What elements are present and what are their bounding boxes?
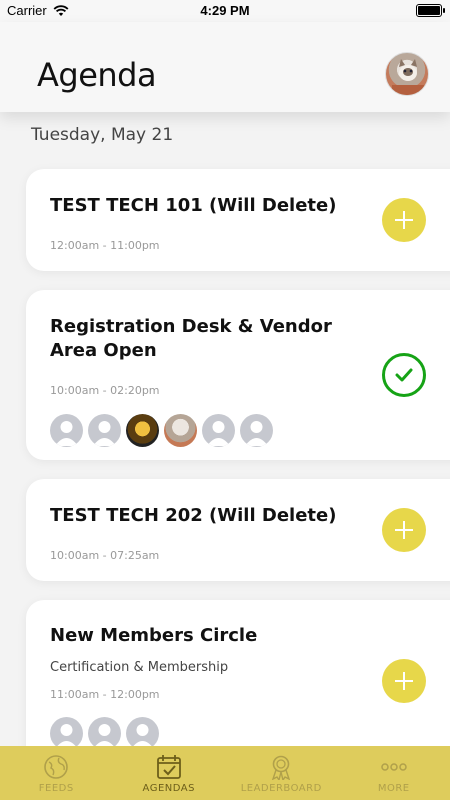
attendee-avatar[interactable] bbox=[202, 414, 235, 447]
person-placeholder-icon bbox=[245, 421, 268, 446]
battery-icon bbox=[416, 4, 445, 17]
session-time: 10:00am - 02:20pm bbox=[50, 384, 160, 397]
cat-photo-icon bbox=[392, 59, 424, 95]
header: Agenda bbox=[0, 22, 450, 112]
agenda-card[interactable]: TEST TECH 202 (Will Delete) 10:00am - 07… bbox=[26, 479, 450, 581]
attendee-avatar[interactable] bbox=[88, 414, 121, 447]
attendee-list bbox=[50, 414, 273, 447]
added-session-button[interactable] bbox=[382, 353, 426, 397]
tab-label: MORE bbox=[377, 783, 410, 794]
plus-icon bbox=[395, 211, 413, 229]
person-placeholder-icon bbox=[55, 421, 78, 446]
plus-icon bbox=[395, 521, 413, 539]
status-time: 4:29 PM bbox=[200, 3, 250, 18]
award-ribbon-icon bbox=[272, 755, 291, 780]
session-title: New Members Circle bbox=[50, 625, 258, 646]
session-title: TEST TECH 101 (Will Delete) bbox=[50, 195, 337, 216]
session-title: TEST TECH 202 (Will Delete) bbox=[50, 505, 337, 526]
profile-avatar[interactable] bbox=[385, 52, 429, 96]
agenda-card[interactable]: New Members Circle Certification & Membe… bbox=[26, 600, 450, 770]
session-time: 11:00am - 12:00pm bbox=[50, 688, 160, 701]
tab-label: LEADERBOARD bbox=[240, 783, 322, 794]
globe-icon bbox=[44, 755, 69, 779]
status-bar: Carrier 4:29 PM bbox=[0, 0, 450, 22]
calendar-check-icon bbox=[156, 755, 181, 779]
session-time: 10:00am - 07:25am bbox=[50, 549, 160, 562]
add-session-button[interactable] bbox=[382, 198, 426, 242]
attendee-avatar[interactable] bbox=[164, 414, 197, 447]
tab-label: FEEDS bbox=[38, 783, 74, 794]
agenda-card[interactable]: TEST TECH 101 (Will Delete) 12:00am - 11… bbox=[26, 169, 450, 271]
add-session-button[interactable] bbox=[382, 508, 426, 552]
person-placeholder-icon bbox=[93, 421, 116, 446]
checkmark-icon bbox=[395, 368, 413, 382]
tab-label: AGENDAS bbox=[142, 783, 195, 794]
person-placeholder-icon bbox=[207, 421, 230, 446]
tab-more[interactable]: MORE bbox=[338, 746, 450, 800]
more-dots-icon bbox=[381, 763, 407, 771]
attendee-avatar[interactable] bbox=[50, 414, 83, 447]
session-category: Certification & Membership bbox=[50, 660, 229, 675]
tab-agendas[interactable]: AGENDAS bbox=[113, 746, 226, 800]
attendee-avatar[interactable] bbox=[126, 414, 159, 447]
tab-bar: FEEDS AGENDAS LEADERBOARD MORE bbox=[0, 746, 450, 800]
tab-leaderboard[interactable]: LEADERBOARD bbox=[225, 746, 338, 800]
session-time: 12:00am - 11:00pm bbox=[50, 239, 160, 252]
attendee-avatar[interactable] bbox=[240, 414, 273, 447]
date-label: Tuesday, May 21 bbox=[31, 125, 174, 145]
session-title: Registration Desk & Vendor Area Open bbox=[50, 316, 332, 361]
page-title: Agenda bbox=[37, 56, 157, 94]
agenda-card[interactable]: Registration Desk & Vendor Area Open 10:… bbox=[26, 290, 450, 460]
tab-feeds[interactable]: FEEDS bbox=[0, 746, 113, 800]
plus-icon bbox=[395, 672, 413, 690]
add-session-button[interactable] bbox=[382, 659, 426, 703]
